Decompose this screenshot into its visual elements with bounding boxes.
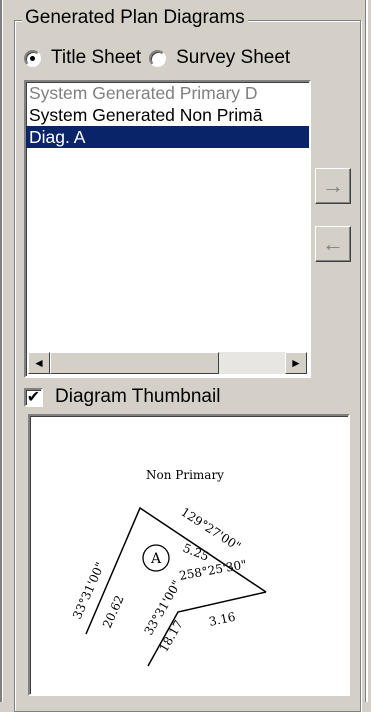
bearing-label: 33°31'00" [70,560,107,621]
arrow-left-icon: ← [322,231,344,256]
distance-label: 20.62 [100,593,127,630]
arrow-right-icon: → [322,173,344,198]
title-sheet-label[interactable]: Title Sheet [51,47,141,69]
circle-label: A [150,551,162,567]
survey-sheet-radio[interactable] [149,49,167,67]
list-item[interactable]: System Generated Primary D [26,82,309,104]
move-right-button[interactable]: → [315,168,351,204]
panel-right-edge [365,0,368,702]
list-item[interactable]: Diag. A [26,126,309,148]
scroll-right-icon: ► [290,356,302,370]
survey-sheet-label[interactable]: Survey Sheet [176,47,290,69]
diagram-listbox[interactable]: System Generated Primary D System Genera… [24,80,311,378]
diagram-thumbnail: Non Primary A 33°31'00" 20.62 129°27'00"… [28,414,350,696]
distance-label: 5.25 [181,541,211,564]
diagram-thumbnail-label[interactable]: Diagram Thumbnail [55,386,220,408]
bearing-label: 258°25'30" [178,557,248,583]
horizontal-scrollbar[interactable]: ◄ ► [28,352,307,374]
diagram-thumbnail-checkbox[interactable]: ✔ [24,387,43,407]
group-title: Generated Plan Diagrams [22,7,248,29]
scroll-right-button[interactable]: ► [285,352,307,374]
move-left-button[interactable]: ← [315,226,351,262]
scroll-left-icon: ◄ [33,356,45,370]
sheet-type-radio-group: Title Sheet Survey Sheet [24,46,298,70]
plan-diagram-drawing: Non Primary A 33°31'00" 20.62 129°27'00"… [70,468,267,667]
panel-left-edge [0,0,3,702]
title-sheet-radio[interactable] [24,49,41,67]
scroll-left-button[interactable]: ◄ [28,352,50,374]
diagram-thumbnail-toggle[interactable]: ✔ Diagram Thumbnail [24,384,220,410]
scroll-thumb[interactable] [50,352,219,374]
list-item[interactable]: System Generated Non Primā [26,104,309,126]
distance-label: 3.16 [208,610,237,629]
diagram-title: Non Primary [146,468,224,482]
